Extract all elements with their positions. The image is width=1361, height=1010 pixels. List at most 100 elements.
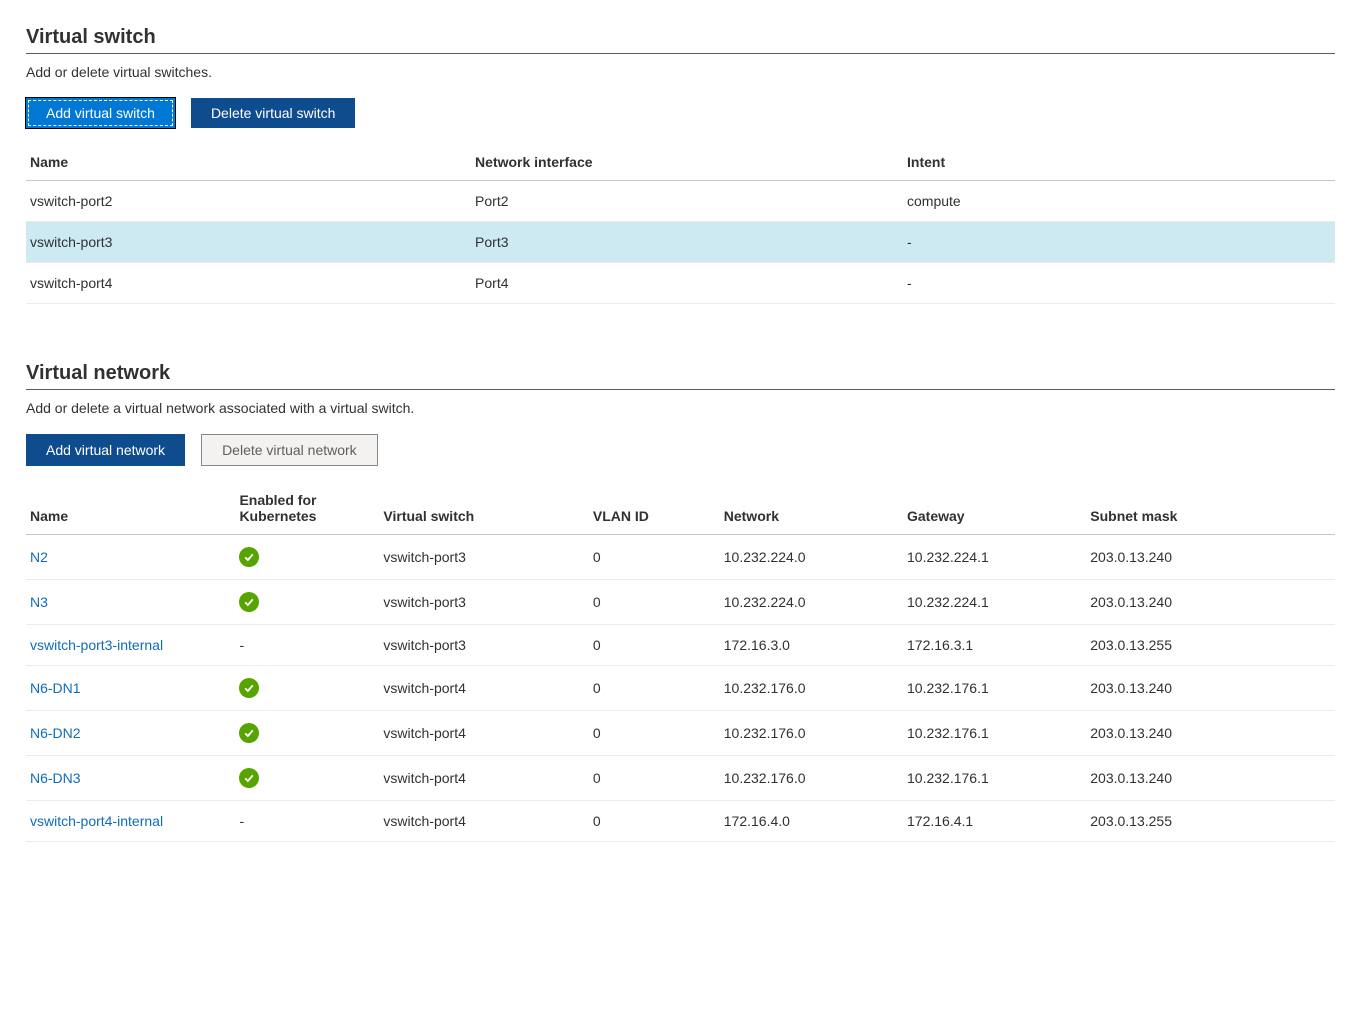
network-name-link[interactable]: N6-DN2 bbox=[30, 725, 81, 741]
cell-intent: - bbox=[903, 263, 1335, 304]
cell-nic: Port4 bbox=[471, 263, 903, 304]
network-name-link[interactable]: vswitch-port4-internal bbox=[30, 813, 163, 829]
cell-vswitch: vswitch-port3 bbox=[379, 625, 588, 666]
table-row[interactable]: N2 vswitch-port3010.232.224.010.232.224.1… bbox=[26, 535, 1335, 580]
virtual-network-table: Name Enabled for Kubernetes Virtual swit… bbox=[26, 482, 1335, 842]
cell-nic: Port2 bbox=[471, 181, 903, 222]
delete-virtual-network-button[interactable]: Delete virtual network bbox=[201, 434, 378, 466]
cell-name: vswitch-port4-internal bbox=[26, 801, 235, 842]
cell-mask: 203.0.13.240 bbox=[1086, 535, 1335, 580]
switch-button-row: Add virtual switch Delete virtual switch bbox=[26, 98, 1335, 128]
cell-kube: - bbox=[235, 625, 379, 666]
check-icon bbox=[239, 768, 259, 788]
section-divider bbox=[26, 389, 1335, 390]
table-row[interactable]: N6-DN1vswitch-port4010.232.176.010.232.1… bbox=[26, 666, 1335, 711]
cell-gateway: 10.232.176.1 bbox=[903, 666, 1086, 711]
check-icon bbox=[239, 592, 259, 612]
cell-gateway: 172.16.3.1 bbox=[903, 625, 1086, 666]
cell-name: N3 bbox=[26, 580, 235, 625]
cell-network: 10.232.224.0 bbox=[720, 535, 903, 580]
cell-network: 10.232.176.0 bbox=[720, 756, 903, 801]
cell-vlan: 0 bbox=[589, 535, 720, 580]
cell-name: N2 bbox=[26, 535, 235, 580]
table-row[interactable]: vswitch-port2Port2compute bbox=[26, 181, 1335, 222]
table-row[interactable]: vswitch-port4Port4- bbox=[26, 263, 1335, 304]
check-icon bbox=[239, 678, 259, 698]
cell-gateway: 172.16.4.1 bbox=[903, 801, 1086, 842]
network-name-link[interactable]: N6-DN1 bbox=[30, 680, 81, 696]
delete-virtual-switch-button[interactable]: Delete virtual switch bbox=[191, 98, 356, 128]
col-header-vswitch: Virtual switch bbox=[379, 482, 588, 535]
col-header-mask: Subnet mask bbox=[1086, 482, 1335, 535]
network-name-link[interactable]: N2 bbox=[30, 549, 48, 565]
section-description: Add or delete virtual switches. bbox=[26, 64, 1335, 80]
cell-network: 172.16.4.0 bbox=[720, 801, 903, 842]
cell-vlan: 0 bbox=[589, 756, 720, 801]
cell-network: 172.16.3.0 bbox=[720, 625, 903, 666]
cell-gateway: 10.232.224.1 bbox=[903, 580, 1086, 625]
cell-vlan: 0 bbox=[589, 801, 720, 842]
cell-name: N6-DN3 bbox=[26, 756, 235, 801]
check-icon bbox=[239, 723, 259, 743]
cell-gateway: 10.232.224.1 bbox=[903, 535, 1086, 580]
cell-kube bbox=[235, 580, 379, 625]
cell-name: N6-DN2 bbox=[26, 711, 235, 756]
table-row[interactable]: N6-DN2 vswitch-port4010.232.176.010.232.1… bbox=[26, 711, 1335, 756]
col-header-intent: Intent bbox=[903, 144, 1335, 181]
cell-vswitch: vswitch-port3 bbox=[379, 535, 588, 580]
cell-network: 10.232.176.0 bbox=[720, 666, 903, 711]
cell-kube bbox=[235, 756, 379, 801]
cell-gateway: 10.232.176.1 bbox=[903, 711, 1086, 756]
cell-vswitch: vswitch-port4 bbox=[379, 801, 588, 842]
table-row[interactable]: vswitch-port4-internal-vswitch-port40172… bbox=[26, 801, 1335, 842]
virtual-switch-table: Name Network interface Intent vswitch-po… bbox=[26, 144, 1335, 304]
cell-nic: Port3 bbox=[471, 222, 903, 263]
col-header-vlan: VLAN ID bbox=[589, 482, 720, 535]
col-header-kube: Enabled for Kubernetes bbox=[235, 482, 379, 535]
network-name-link[interactable]: vswitch-port3-internal bbox=[30, 637, 163, 653]
table-row[interactable]: vswitch-port3-internal-vswitch-port30172… bbox=[26, 625, 1335, 666]
cell-vswitch: vswitch-port4 bbox=[379, 756, 588, 801]
cell-vlan: 0 bbox=[589, 625, 720, 666]
col-header-name: Name bbox=[26, 144, 471, 181]
network-name-link[interactable]: N3 bbox=[30, 594, 48, 610]
cell-name: vswitch-port4 bbox=[26, 263, 471, 304]
cell-network: 10.232.224.0 bbox=[720, 580, 903, 625]
cell-name: vswitch-port2 bbox=[26, 181, 471, 222]
cell-kube bbox=[235, 711, 379, 756]
add-virtual-network-button[interactable]: Add virtual network bbox=[26, 434, 185, 466]
table-row[interactable]: N6-DN3 vswitch-port4010.232.176.010.232.1… bbox=[26, 756, 1335, 801]
cell-gateway: 10.232.176.1 bbox=[903, 756, 1086, 801]
virtual-network-section: Virtual network Add or delete a virtual … bbox=[26, 362, 1335, 842]
cell-vlan: 0 bbox=[589, 711, 720, 756]
cell-intent: compute bbox=[903, 181, 1335, 222]
section-divider bbox=[26, 53, 1335, 54]
cell-kube bbox=[235, 535, 379, 580]
col-header-name: Name bbox=[26, 482, 235, 535]
check-icon bbox=[239, 547, 259, 567]
section-title: Virtual switch bbox=[26, 26, 1335, 51]
cell-network: 10.232.176.0 bbox=[720, 711, 903, 756]
cell-kube: - bbox=[235, 801, 379, 842]
cell-intent: - bbox=[903, 222, 1335, 263]
col-header-nic: Network interface bbox=[471, 144, 903, 181]
table-row[interactable]: vswitch-port3Port3- bbox=[26, 222, 1335, 263]
cell-mask: 203.0.13.255 bbox=[1086, 625, 1335, 666]
col-header-gateway: Gateway bbox=[903, 482, 1086, 535]
cell-vswitch: vswitch-port4 bbox=[379, 711, 588, 756]
cell-vlan: 0 bbox=[589, 580, 720, 625]
section-title: Virtual network bbox=[26, 362, 1335, 387]
cell-mask: 203.0.13.240 bbox=[1086, 711, 1335, 756]
section-description: Add or delete a virtual network associat… bbox=[26, 400, 1335, 416]
network-name-link[interactable]: N6-DN3 bbox=[30, 770, 81, 786]
virtual-switch-section: Virtual switch Add or delete virtual swi… bbox=[26, 26, 1335, 304]
add-virtual-switch-button[interactable]: Add virtual switch bbox=[26, 98, 175, 128]
cell-mask: 203.0.13.255 bbox=[1086, 801, 1335, 842]
table-row[interactable]: N3vswitch-port3010.232.224.010.232.224.1… bbox=[26, 580, 1335, 625]
network-button-row: Add virtual network Delete virtual netwo… bbox=[26, 434, 1335, 466]
cell-name: N6-DN1 bbox=[26, 666, 235, 711]
col-header-network: Network bbox=[720, 482, 903, 535]
cell-vswitch: vswitch-port4 bbox=[379, 666, 588, 711]
cell-mask: 203.0.13.240 bbox=[1086, 666, 1335, 711]
cell-name: vswitch-port3-internal bbox=[26, 625, 235, 666]
